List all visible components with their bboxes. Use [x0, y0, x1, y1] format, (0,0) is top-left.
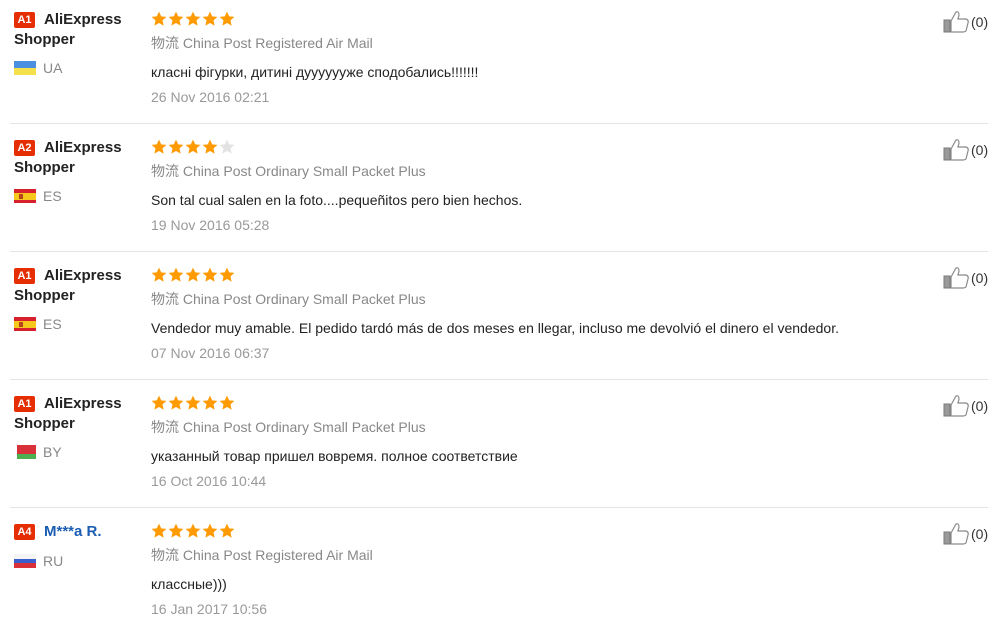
country-code: BY: [43, 444, 62, 460]
buyer-level-badge: A1: [14, 12, 35, 28]
star-filled-icon: [151, 267, 167, 282]
helpful-count: (0): [971, 142, 989, 158]
star-filled-icon: [219, 11, 235, 26]
star-filled-icon: [185, 395, 201, 410]
reviewer-country: ES: [14, 188, 114, 204]
reviewer-country: UA: [14, 60, 114, 76]
reviewer-info: A1 AliExpress Shopper: [14, 394, 139, 434]
review-text: Son tal cual salen en la foto....pequeñi…: [151, 192, 523, 208]
reviewer-name-link[interactable]: M***a R.: [35, 522, 139, 542]
star-filled-icon: [202, 267, 218, 282]
star-filled-icon: [151, 395, 167, 410]
country-code: ES: [43, 316, 62, 332]
star-rating: [151, 267, 236, 283]
thumbs-up-icon: [943, 523, 969, 545]
star-filled-icon: [151, 523, 167, 538]
helpful-count: (0): [971, 398, 989, 414]
logistics-info: 物流 China Post Ordinary Small Packet Plus: [151, 291, 426, 307]
reviewer-country: BY: [14, 444, 114, 460]
star-empty-icon: [219, 139, 235, 154]
star-filled-icon: [185, 267, 201, 282]
star-filled-icon: [185, 11, 201, 26]
star-filled-icon: [168, 11, 184, 26]
reviewer-name: AliExpress: [44, 267, 122, 284]
helpful-count: (0): [971, 526, 989, 542]
star-rating: [151, 11, 236, 27]
reviewer-name-line2: Shopper: [14, 31, 75, 48]
thumbs-up-icon: [943, 11, 969, 33]
review-date: 19 Nov 2016 05:28: [151, 217, 270, 233]
country-code: ES: [43, 188, 62, 204]
star-filled-icon: [168, 523, 184, 538]
helpful-count: (0): [971, 14, 989, 30]
divider: [10, 507, 988, 508]
star-filled-icon: [219, 267, 235, 282]
reviewer-country: ES: [14, 316, 114, 332]
star-filled-icon: [202, 11, 218, 26]
buyer-level-badge: A1: [14, 396, 35, 412]
review-date: 16 Jan 2017 10:56: [151, 601, 267, 617]
reviewer-info: A1 AliExpress Shopper: [14, 266, 139, 306]
star-filled-icon: [202, 395, 218, 410]
review-text: класні фігурки, дитині дууууууже сподоба…: [151, 64, 479, 80]
thumbs-up-icon: [943, 395, 969, 417]
country-code: RU: [43, 553, 64, 569]
buyer-level-badge: A1: [14, 268, 35, 284]
review-text: классные))): [151, 576, 227, 592]
star-filled-icon: [151, 11, 167, 26]
thumbs-up-icon: [943, 139, 969, 161]
reviewer-name-line2: Shopper: [14, 159, 75, 176]
review-item: A2 AliExpress Shopper ES 物流 China Post O…: [0, 128, 1000, 256]
spain-flag-icon: [14, 189, 36, 203]
review-item: A1 AliExpress Shopper UA 物流 China Post R…: [0, 0, 1000, 128]
buyer-level-badge: A4: [14, 524, 35, 540]
reviewer-info: A2 AliExpress Shopper: [14, 138, 139, 178]
feedback-list: A1 AliExpress Shopper UA 物流 China Post R…: [0, 0, 1000, 623]
spain-flag-icon: [14, 317, 36, 331]
star-filled-icon: [168, 139, 184, 154]
review-date: 16 Oct 2016 10:44: [151, 473, 267, 489]
russia-flag-icon: [14, 554, 36, 568]
logistics-info: 物流 China Post Ordinary Small Packet Plus: [151, 163, 426, 179]
review-item: A1 AliExpress Shopper ES 物流 China Post O…: [0, 256, 1000, 384]
reviewer-name-line2: Shopper: [14, 415, 75, 432]
logistics-info: 物流 China Post Ordinary Small Packet Plus: [151, 419, 426, 435]
star-rating: [151, 523, 236, 539]
buyer-level-badge: A2: [14, 140, 35, 156]
review-text: указанный товар пришел вовремя. полное с…: [151, 448, 518, 464]
star-rating: [151, 395, 236, 411]
star-filled-icon: [219, 395, 235, 410]
thumbs-up-icon: [943, 267, 969, 289]
reviewer-info: A4 M***a R.: [14, 522, 139, 542]
divider: [10, 251, 988, 252]
reviewer-name-line2: Shopper: [14, 287, 75, 304]
reviewer-name: AliExpress: [44, 11, 122, 28]
star-filled-icon: [185, 523, 201, 538]
logistics-info: 物流 China Post Registered Air Mail: [151, 35, 373, 51]
reviewer-info: A1 AliExpress Shopper: [14, 10, 139, 50]
star-filled-icon: [168, 267, 184, 282]
star-filled-icon: [168, 395, 184, 410]
reviewer-name: AliExpress: [44, 395, 122, 412]
belarus-flag-icon: [14, 445, 36, 459]
divider: [10, 379, 988, 380]
star-filled-icon: [219, 523, 235, 538]
logistics-info: 物流 China Post Registered Air Mail: [151, 547, 373, 563]
divider: [10, 123, 988, 124]
review-date: 26 Nov 2016 02:21: [151, 89, 270, 105]
helpful-count: (0): [971, 270, 989, 286]
star-filled-icon: [202, 523, 218, 538]
star-filled-icon: [185, 139, 201, 154]
star-rating: [151, 139, 236, 155]
review-item: A1 AliExpress Shopper BY 物流 China Post O…: [0, 384, 1000, 512]
country-code: UA: [43, 60, 63, 76]
reviewer-country: RU: [14, 553, 114, 569]
star-filled-icon: [151, 139, 167, 154]
reviewer-name: AliExpress: [44, 139, 122, 156]
ukraine-flag-icon: [14, 61, 36, 75]
star-filled-icon: [202, 139, 218, 154]
review-date: 07 Nov 2016 06:37: [151, 345, 270, 361]
review-text: Vendedor muy amable. El pedido tardó más…: [151, 320, 839, 336]
review-item: A4 M***a R. RU 物流 China Post Registered …: [0, 512, 1000, 640]
